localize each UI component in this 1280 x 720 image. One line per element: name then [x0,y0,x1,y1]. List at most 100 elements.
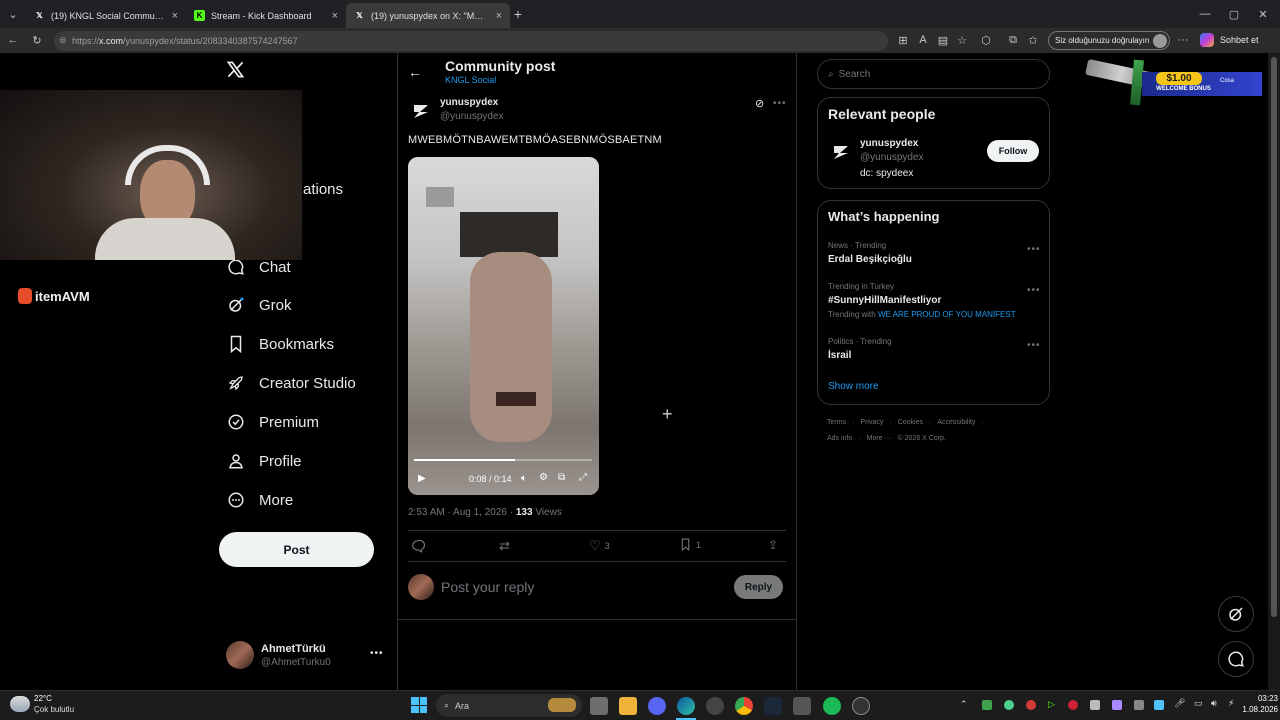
tray-app-icon[interactable] [1068,700,1078,710]
app-icon[interactable] [793,697,811,715]
tab-kick-dashboard[interactable]: K Stream - Kick Dashboard × [186,3,346,28]
footer-link[interactable]: Accessibility [937,419,975,426]
play-icon[interactable]: ▶ [418,473,426,484]
fullscreen-icon[interactable]: ⤢ [579,472,587,483]
favorites-icon[interactable]: ✩ [1025,32,1041,48]
copilot-icon[interactable] [1200,33,1214,47]
trend-more-icon[interactable]: ••• [1027,340,1041,351]
reader-view-icon[interactable]: ▤ [935,32,951,48]
app-icon[interactable] [852,697,870,715]
share-icon[interactable]: ⇪ [768,538,778,552]
search-input[interactable]: ⌕ Search [817,59,1050,89]
tray-app-icon[interactable] [1112,700,1122,710]
back-arrow-icon[interactable]: ← [5,32,21,48]
nav-creator-studio[interactable]: Creator Studio [226,368,356,398]
back-arrow-icon[interactable]: ← [408,64,422,80]
new-tab-plus-icon[interactable]: + [510,6,526,22]
taskbar-search[interactable]: ⌕ Ara [436,694,582,717]
post-button[interactable]: Post [219,532,374,567]
refresh-icon[interactable]: ↻ [29,32,45,48]
discord-icon[interactable] [648,697,666,715]
github-icon[interactable] [706,697,724,715]
tray-app-icon[interactable] [1004,700,1014,710]
maximize-icon[interactable]: ▢ [1226,6,1242,22]
trend-extra-link[interactable]: WE ARE PROUD OF YOU MANİFEST [878,310,1016,319]
footer-link[interactable]: Terms [827,419,846,426]
nav-premium[interactable]: Premium [226,407,319,437]
volume-icon[interactable]: 🔈︎ [521,473,527,484]
tab-kngl-community[interactable]: 𝕏 (19) KNGL Social Community / X × [26,3,186,28]
author-handle[interactable]: @yunuspydex [440,111,504,122]
app-available-icon[interactable]: ⊞ [895,32,911,48]
steam-icon[interactable] [764,697,782,715]
post-more-icon[interactable]: ••• [773,98,787,109]
chrome-icon[interactable] [735,697,753,715]
person-name[interactable]: yunuspydex [860,138,918,149]
footer-link[interactable]: More ··· [867,435,892,442]
extensions-icon[interactable]: ⬡ [978,32,994,48]
community-link[interactable]: KNGL Social [445,75,496,85]
ad-banner[interactable]: $1.00 WELCOME BONUS Cosa [1085,58,1262,106]
repost-icon[interactable]: ⇄ [499,538,510,554]
window-close-icon[interactable]: ✕ [1255,6,1271,22]
copilot-chat-button[interactable]: Sohbet et [1220,35,1259,45]
footer-link[interactable]: Privacy [860,419,883,426]
file-explorer-icon[interactable] [619,697,637,715]
tray-app-icon[interactable] [982,700,992,710]
tray-app-icon[interactable] [1154,700,1164,710]
page-scrollbar[interactable] [1268,53,1280,690]
read-aloud-icon[interactable]: A [915,32,931,48]
site-info-icon[interactable]: ⊜ [59,35,67,46]
follow-button[interactable]: Follow [987,140,1039,162]
x-home-logo-icon[interactable] [226,60,246,84]
collections-icon[interactable]: ⧉ [1005,32,1021,48]
clock-date[interactable]: 1.08.2026 [1226,705,1278,714]
grok-float-button[interactable] [1218,596,1254,632]
nav-more[interactable]: More [226,485,293,515]
grok-explain-icon[interactable]: ⊘ [755,97,764,110]
account-avatar[interactable] [226,641,254,669]
tray-app-icon[interactable] [1134,700,1144,710]
tray-chevron-icon[interactable]: ⌃ [960,699,968,710]
video-progress-track[interactable] [414,459,592,461]
footer-link[interactable]: Ads info [827,435,852,442]
reply-input[interactable]: Post your reply [441,579,534,595]
close-icon[interactable]: × [496,10,502,22]
scrollbar-thumb[interactable] [1271,57,1277,617]
windows-start-icon[interactable] [411,697,427,713]
nav-bookmarks[interactable]: Bookmarks [226,329,334,359]
show-more-link[interactable]: Show more [828,381,879,392]
spotify-icon[interactable] [823,697,841,715]
reply-icon[interactable] [411,539,425,556]
trend-more-icon[interactable]: ••• [1027,244,1041,255]
tab-list-chevron-icon[interactable]: ⌄ [5,6,21,22]
network-icon[interactable]: ▭ [1194,698,1203,709]
clock-time[interactable]: 03:23 [1234,694,1278,703]
task-view-icon[interactable] [590,697,608,715]
picture-in-picture-icon[interactable]: ⧉ [558,472,565,483]
trend-title[interactable]: İsrail [828,350,851,361]
edge-icon[interactable] [677,697,695,715]
favorite-star-icon[interactable]: ☆ [954,32,970,48]
video-player[interactable]: ▶ 0:08 / 0:14 🔈︎ ⚙︎ ⧉ ⤢ [408,157,599,495]
reply-button[interactable]: Reply [734,575,783,599]
trend-title[interactable]: Erdal Beşikçioğlu [828,254,912,265]
messages-float-button[interactable] [1218,641,1254,677]
like-button[interactable]: ♡ 3 [589,538,610,554]
microphone-icon[interactable]: 🎤︎ [1174,698,1185,709]
verify-identity-button[interactable]: Siz olduğunuzu doğrulayın [1048,31,1170,50]
tray-kick-icon[interactable]: ▷ [1048,699,1055,710]
account-more-icon[interactable]: ••• [370,648,384,659]
person-handle[interactable]: @yunuspydex [860,152,924,163]
close-icon[interactable]: × [332,10,338,22]
close-icon[interactable]: × [172,10,178,22]
trend-more-icon[interactable]: ••• [1027,285,1041,296]
tray-app-icon[interactable] [1026,700,1036,710]
author-avatar[interactable] [408,98,434,124]
nav-profile[interactable]: Profile [226,446,302,476]
tab-active-post[interactable]: 𝕏 (19) yunuspydex on X: "MWEBMÖ × [346,3,510,28]
minimize-icon[interactable]: — [1197,6,1213,22]
nav-grok[interactable]: Grok [226,290,292,320]
person-avatar[interactable] [828,139,854,165]
settings-gear-icon[interactable]: ⚙︎ [539,472,548,483]
